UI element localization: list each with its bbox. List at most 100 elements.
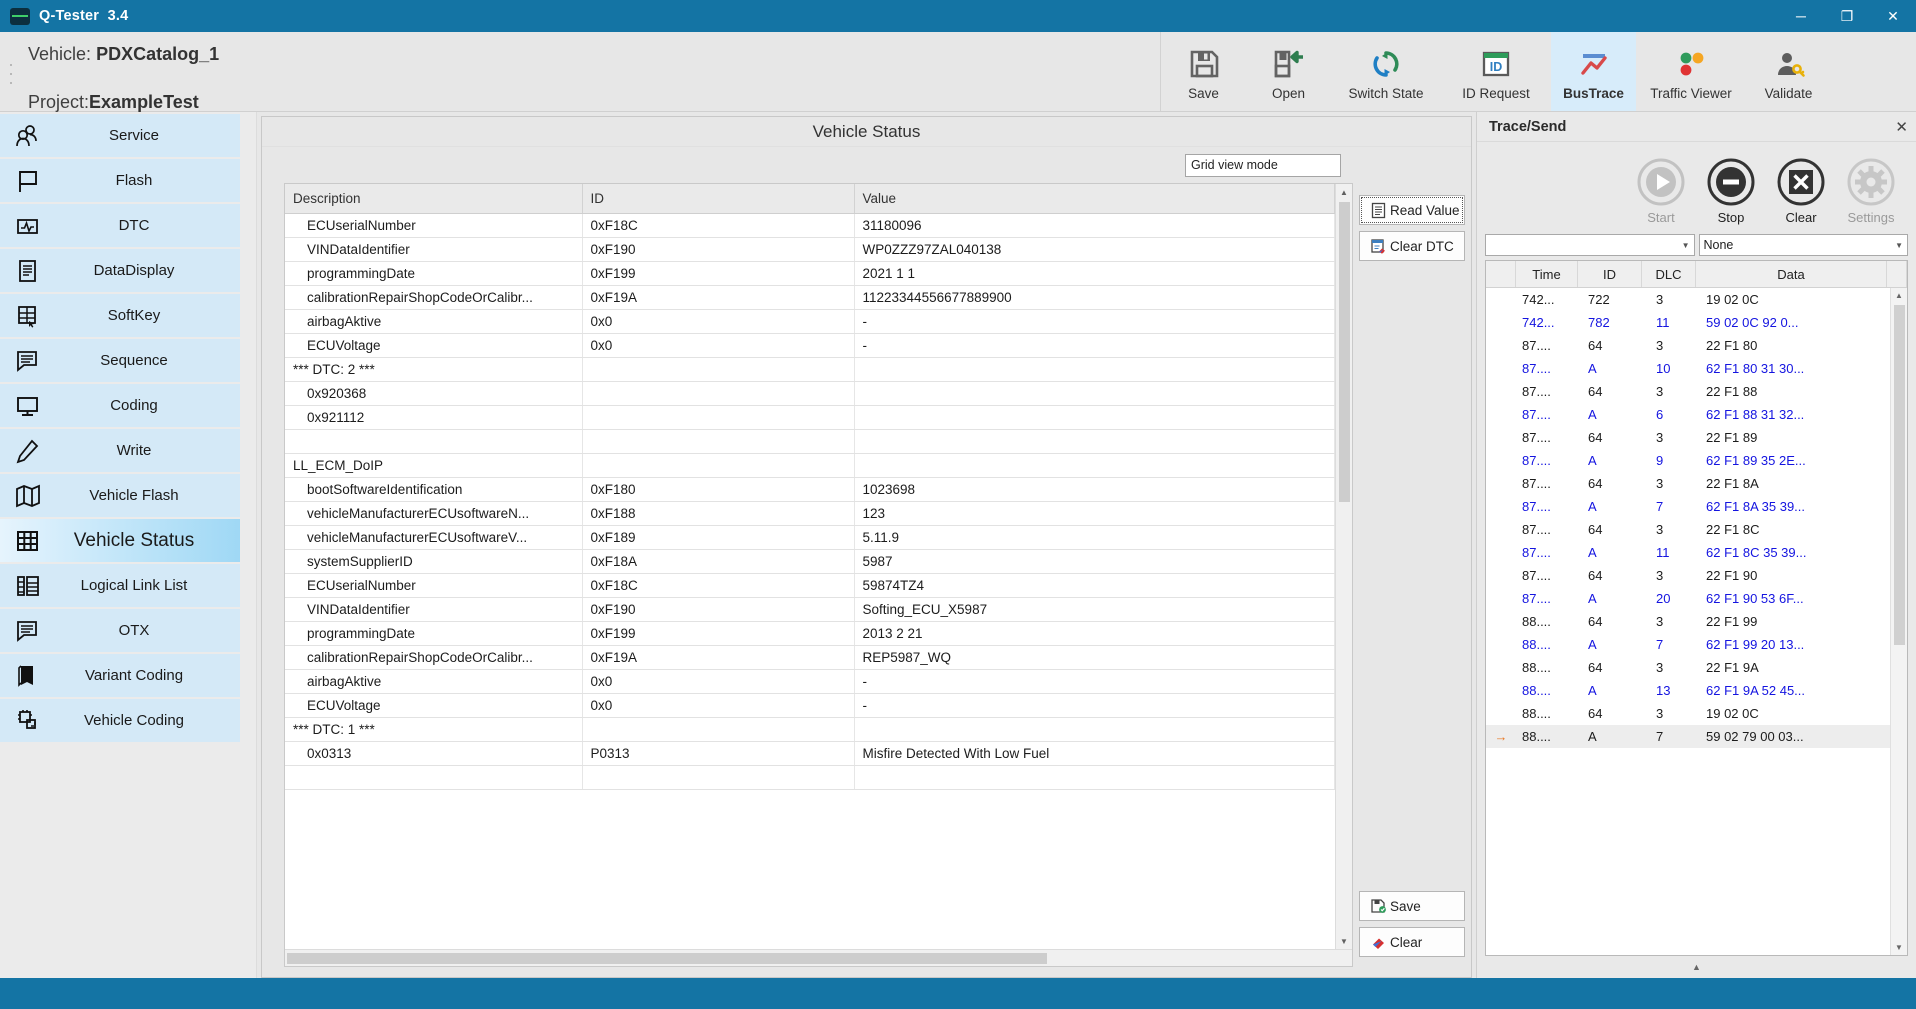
sidebar-item-vehicle-status[interactable]: Vehicle Status — [0, 519, 240, 562]
toolbar-open-button[interactable]: Open — [1246, 32, 1331, 111]
table-row[interactable]: calibrationRepairShopCodeOrCalibr... 0xF1… — [285, 645, 1335, 670]
maximize-button[interactable]: ❐ — [1824, 0, 1870, 32]
sidebar-item-variant-coding[interactable]: Variant Coding — [0, 654, 240, 697]
trace-vertical-scrollbar[interactable]: ▲ ▼ — [1890, 288, 1907, 955]
toolbar-id-request-button[interactable]: ID ID Request — [1441, 32, 1551, 111]
trace-row[interactable]: 87.... A 10 62 F1 80 31 30... — [1486, 357, 1890, 380]
sidebar-item-service[interactable]: Service — [0, 114, 240, 157]
grid-clear-button[interactable]: Clear — [1359, 927, 1465, 957]
dock-collapse-icon[interactable]: ▲ — [1692, 962, 1701, 972]
table-row[interactable]: programmingDate 0xF199 2013 2 21 — [285, 621, 1335, 646]
table-row[interactable]: 0x0313 P0313 Misfire Detected With Low Fue… — [285, 741, 1335, 766]
table-row[interactable]: bootSoftwareIdentification 0xF180 1023698 — [285, 477, 1335, 502]
trace-source-select[interactable]: ▼ — [1485, 234, 1695, 256]
column-header-description[interactable]: Description — [285, 184, 583, 214]
trace-column-time[interactable]: Time — [1516, 261, 1578, 287]
trace-row[interactable]: 87.... 64 3 22 F1 8C — [1486, 518, 1890, 541]
trace-row[interactable]: 87.... 64 3 22 F1 80 — [1486, 334, 1890, 357]
trace-start-button[interactable]: Start — [1626, 156, 1696, 225]
table-row[interactable]: 0x921112 — [285, 405, 1335, 430]
trace-row[interactable]: 87.... A 20 62 F1 90 53 6F... — [1486, 587, 1890, 610]
more-options-icon[interactable] — [9, 64, 13, 84]
table-row[interactable]: *** DTC: 2 *** — [285, 357, 1335, 382]
trace-row[interactable]: 87.... 64 3 22 F1 8A — [1486, 472, 1890, 495]
table-row[interactable]: *** DTC: 1 *** — [285, 717, 1335, 742]
trace-column-dlc[interactable]: DLC — [1642, 261, 1696, 287]
sidebar-item-write[interactable]: Write — [0, 429, 240, 472]
trace-scroll-up-arrow[interactable]: ▲ — [1895, 288, 1903, 303]
trace-row[interactable]: 87.... A 9 62 F1 89 35 2E... — [1486, 449, 1890, 472]
minimize-button[interactable]: ─ — [1778, 0, 1824, 32]
gear-icon — [1845, 156, 1897, 208]
trace-filter-select[interactable]: None ▼ — [1698, 234, 1908, 256]
grid-view-mode-select[interactable]: Grid view mode — [1185, 153, 1341, 177]
trace-column-id[interactable]: ID — [1578, 261, 1642, 287]
table-row[interactable]: vehicleManufacturerECUsoftwareN... 0xF188… — [285, 501, 1335, 526]
table-row[interactable]: ECUserialNumber 0xF18C 31180096 — [285, 213, 1335, 238]
table-row[interactable] — [285, 765, 1335, 790]
trace-row[interactable]: 87.... A 6 62 F1 88 31 32... — [1486, 403, 1890, 426]
toolbar-traffic-viewer-button[interactable]: Traffic Viewer — [1636, 32, 1746, 111]
grid-vertical-scrollbar[interactable]: ▲ ▼ — [1335, 184, 1352, 949]
trace-row[interactable]: 88.... 64 3 22 F1 99 — [1486, 610, 1890, 633]
scroll-down-arrow[interactable]: ▼ — [1340, 933, 1348, 949]
table-row[interactable]: ECUVoltage 0x0- — [285, 333, 1335, 358]
trace-stop-button[interactable]: Stop — [1696, 156, 1766, 225]
trace-row[interactable]: 87.... 64 3 22 F1 89 — [1486, 426, 1890, 449]
sidebar-item-vehicle-coding[interactable]: Vehicle Coding — [0, 699, 240, 742]
trace-row[interactable]: 87.... A 7 62 F1 8A 35 39... — [1486, 495, 1890, 518]
clear-dtc-button[interactable]: Clear DTC — [1359, 231, 1465, 261]
table-row[interactable]: 0x920368 — [285, 381, 1335, 406]
sidebar-item-coding[interactable]: Coding — [0, 384, 240, 427]
grid-save-button[interactable]: Save — [1359, 891, 1465, 921]
trace-row[interactable]: 742... 782 11 59 02 0C 92 0... — [1486, 311, 1890, 334]
trace-row[interactable]: 88.... A 13 62 F1 9A 52 45... — [1486, 679, 1890, 702]
table-row[interactable]: systemSupplierID 0xF18A 5987 — [285, 549, 1335, 574]
trace-row[interactable]: 742... 722 3 19 02 0C — [1486, 288, 1890, 311]
sidebar-item-dtc[interactable]: DTC — [0, 204, 240, 247]
column-header-value[interactable]: Value — [854, 184, 1335, 214]
sidebar-item-vehicle-flash[interactable]: Vehicle Flash — [0, 474, 240, 517]
grid-horizontal-scrollbar[interactable] — [285, 949, 1352, 966]
trace-scroll-down-arrow[interactable]: ▼ — [1895, 940, 1903, 955]
trace-column-data[interactable]: Data — [1696, 261, 1887, 287]
table-row[interactable]: LL_ECM_DoIP — [285, 453, 1335, 478]
scroll-up-arrow[interactable]: ▲ — [1340, 184, 1348, 200]
sidebar-item-sequence[interactable]: Sequence — [0, 339, 240, 382]
read-value-button[interactable]: Read Value — [1359, 195, 1465, 225]
table-row[interactable]: ECUVoltage 0x0- — [285, 693, 1335, 718]
table-row[interactable]: airbagAktive 0x0- — [285, 669, 1335, 694]
sidebar-item-logical-link-list[interactable]: Logical Link List — [0, 564, 240, 607]
toolbar-bustrace-button[interactable]: BusTrace — [1551, 32, 1636, 111]
trace-row[interactable]: 88.... A 7 62 F1 99 20 13... — [1486, 633, 1890, 656]
toolbar-switch-state-button[interactable]: Switch State — [1331, 32, 1441, 111]
trace-clear-button[interactable]: Clear — [1766, 156, 1836, 225]
trace-settings-button[interactable]: Settings — [1836, 156, 1906, 225]
table-row[interactable]: programmingDate 0xF199 2021 1 1 — [285, 261, 1335, 286]
sidebar-item-flash[interactable]: Flash — [0, 159, 240, 202]
toolbar-validate-button[interactable]: Validate — [1746, 32, 1831, 111]
trace-row[interactable]: → 88.... A 7 59 02 79 00 03... — [1486, 725, 1890, 748]
trace-row[interactable]: 87.... A 11 62 F1 8C 35 39... — [1486, 541, 1890, 564]
trace-row[interactable]: 88.... 64 3 22 F1 9A — [1486, 656, 1890, 679]
toolbar-save-button[interactable]: Save — [1161, 32, 1246, 111]
table-row[interactable]: VINDataIdentifier 0xF190 Softing_ECU_X5987 — [285, 597, 1335, 622]
column-header-id[interactable]: ID — [582, 184, 855, 214]
trace-row[interactable]: 88.... 64 3 19 02 0C — [1486, 702, 1890, 725]
table-row[interactable]: ECUserialNumber 0xF18C 59874TZ4 — [285, 573, 1335, 598]
trace-row[interactable]: 87.... 64 3 22 F1 90 — [1486, 564, 1890, 587]
hscroll-thumb[interactable] — [287, 952, 1047, 964]
table-row[interactable] — [285, 429, 1335, 454]
close-button[interactable]: ✕ — [1870, 0, 1916, 32]
scroll-thumb[interactable] — [1338, 202, 1350, 502]
sidebar-item-datadisplay[interactable]: DataDisplay — [0, 249, 240, 292]
trace-scroll-thumb[interactable] — [1893, 305, 1905, 645]
table-row[interactable]: vehicleManufacturerECUsoftwareV... 0xF189… — [285, 525, 1335, 550]
sidebar-item-otx[interactable]: OTX — [0, 609, 240, 652]
table-row[interactable]: airbagAktive 0x0- — [285, 309, 1335, 334]
dock-close-icon[interactable]: ✕ — [1895, 118, 1908, 136]
trace-row[interactable]: 87.... 64 3 22 F1 88 — [1486, 380, 1890, 403]
sidebar-item-softkey[interactable]: SoftKey — [0, 294, 240, 337]
table-row[interactable]: VINDataIdentifier 0xF190 WP0ZZZ97ZAL040138 — [285, 237, 1335, 262]
table-row[interactable]: calibrationRepairShopCodeOrCalibr... 0xF1… — [285, 285, 1335, 310]
